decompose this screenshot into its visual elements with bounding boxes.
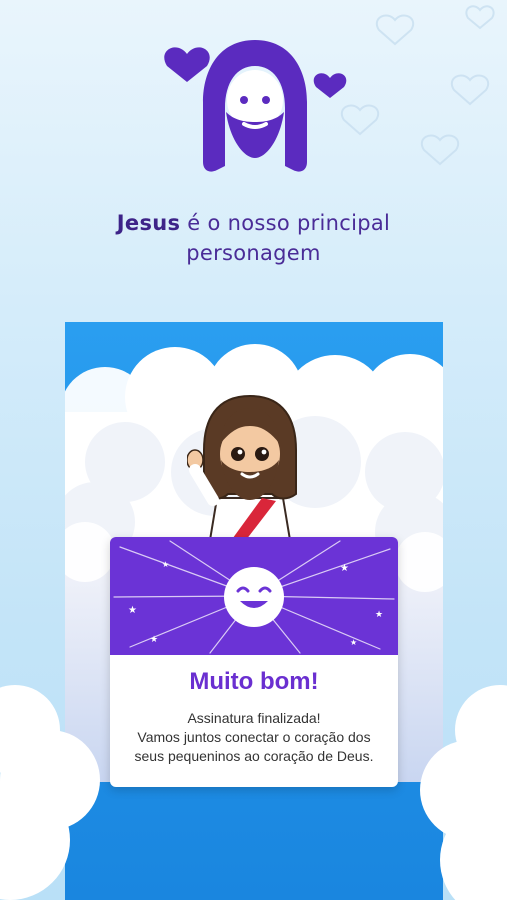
- jesus-character-illustration: [187, 394, 297, 548]
- heart-icon: [313, 73, 347, 98]
- svg-text:★: ★: [375, 610, 383, 620]
- dialog-title: Muito bom!: [189, 668, 319, 695]
- jesus-logo-icon: [164, 40, 347, 172]
- dialog-message-line: Assinatura finalizada!: [187, 710, 321, 726]
- heart-icon: [164, 47, 210, 82]
- dialog-header-sparkles: ★ ★ ★ ★ ★ ★: [110, 537, 398, 655]
- tagline-line1: é o nosso principal: [180, 211, 391, 235]
- svg-text:★: ★: [162, 560, 169, 569]
- success-dialog: ★ ★ ★ ★ ★ ★ Muito bom! Assinatura finali…: [110, 537, 398, 787]
- tagline: Jesus é o nosso principal personagem: [0, 208, 507, 268]
- tagline-highlight: Jesus: [116, 211, 181, 235]
- tagline-line2: personagem: [186, 241, 321, 265]
- svg-text:★: ★: [128, 605, 137, 616]
- dialog-message-line: seus pequeninos ao coração de Deus.: [134, 748, 374, 764]
- dialog-message: Assinatura finalizada! Vamos juntos cone…: [116, 709, 392, 766]
- dialog-message-line: Vamos juntos conectar o coração dos: [137, 729, 371, 745]
- svg-text:★: ★: [340, 563, 349, 574]
- smiling-face-icon: [224, 567, 284, 627]
- svg-text:★: ★: [350, 638, 357, 647]
- svg-text:★: ★: [150, 635, 158, 645]
